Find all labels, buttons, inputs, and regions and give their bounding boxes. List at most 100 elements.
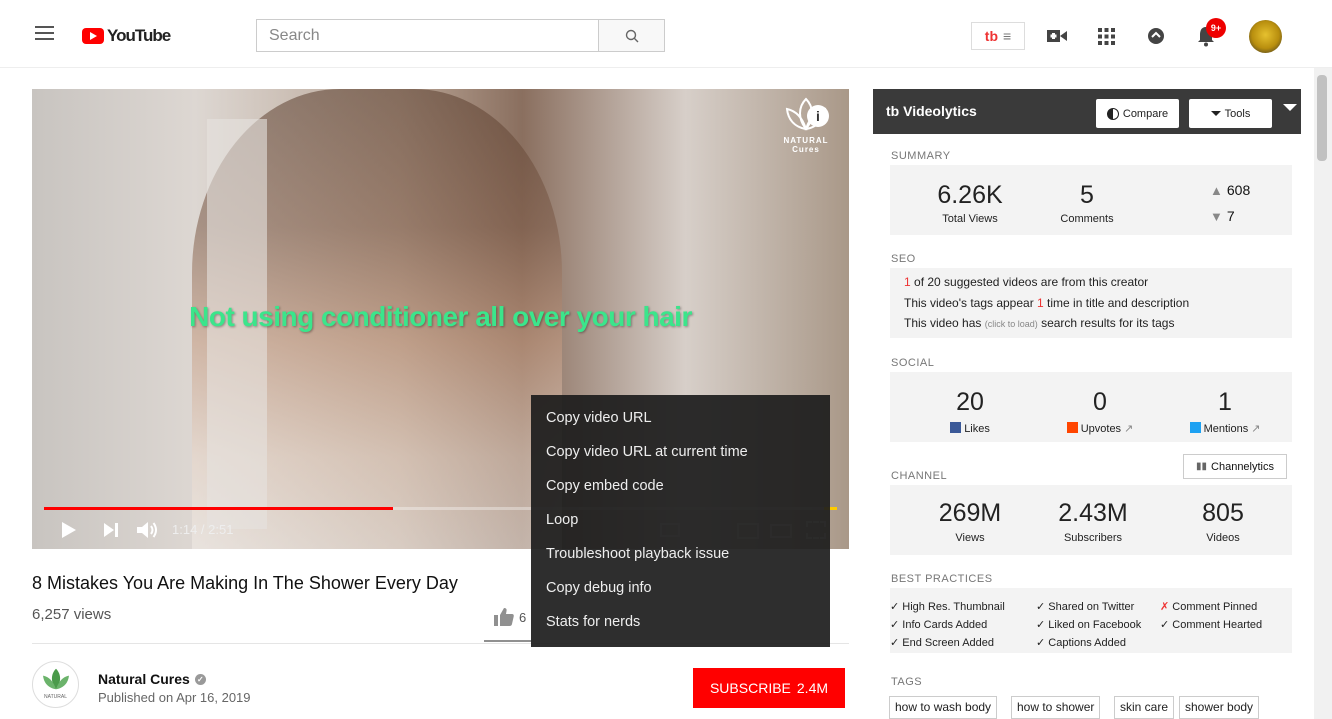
check-icon: ✓ <box>1036 601 1046 613</box>
facebook-likes-row[interactable]: Likes <box>915 422 1025 435</box>
best-practices-heading: BEST PRACTICES <box>891 573 993 585</box>
menu-copy-debug[interactable]: Copy debug info <box>531 571 830 605</box>
bp-text: Liked on Facebook <box>1048 619 1142 631</box>
menu-troubleshoot[interactable]: Troubleshoot playback issue <box>531 537 830 571</box>
seo-box: 1 of 20 suggested videos are from this c… <box>890 268 1292 338</box>
channel-views-label: Views <box>955 532 985 544</box>
compare-button[interactable]: Compare <box>1096 99 1179 128</box>
check-icon: ✓ <box>1036 619 1046 631</box>
subscribe-button[interactable]: SUBSCRIBE 2.4M <box>693 668 845 708</box>
menu-copy-url[interactable]: Copy video URL <box>531 401 830 435</box>
verified-icon: ✓ <box>194 673 206 685</box>
tools-label: Tools <box>1224 107 1251 120</box>
apps-grid-icon[interactable] <box>1095 25 1117 47</box>
time-display: 1:14 / 2:51 <box>172 522 234 537</box>
summary-box: 6.26K Total Views 5 Comments ▲ 608 ▼ 7 <box>890 165 1292 235</box>
next-button[interactable] <box>104 523 118 542</box>
notification-badge: 9+ <box>1206 18 1226 38</box>
bp-text: Comment Pinned <box>1172 601 1258 613</box>
channelytics-button[interactable]: ▮▮ Channelytics <box>1183 454 1287 479</box>
channel-subscribers-value: 2.43M <box>1058 499 1128 527</box>
comments-value: 5 <box>1080 181 1094 209</box>
check-icon: ✓ <box>1160 619 1170 631</box>
bp-text: High Res. Thumbnail <box>902 601 1005 613</box>
contrast-icon <box>1106 107 1119 120</box>
collapse-panel-icon[interactable] <box>1283 104 1297 111</box>
avatar-text: NATURAL <box>44 694 67 700</box>
best-practices-box: ✓ High Res. Thumbnail ✓ Shared on Twitte… <box>890 588 1292 653</box>
channel-name: Natural Cures <box>98 671 190 687</box>
play-icon <box>62 522 76 538</box>
likes-value: 608 <box>1226 182 1251 198</box>
video-title: 8 Mistakes You Are Making In The Shower … <box>32 573 458 593</box>
like-count: 6 <box>519 610 527 625</box>
bp-shared-twitter: ✓ Shared on Twitter <box>1036 600 1134 613</box>
messages-icon[interactable] <box>1145 25 1167 47</box>
channel-subscribers-label: Subscribers <box>1063 532 1123 544</box>
twitter-mentions-row[interactable]: Mentions ↗ <box>1170 422 1280 435</box>
tools-button[interactable]: Tools <box>1189 99 1272 128</box>
leaf-logo-icon <box>42 668 69 690</box>
menu-icon[interactable] <box>35 22 54 44</box>
search-button[interactable] <box>598 19 665 52</box>
seo-line-search: This video has (click to load) search re… <box>904 313 1292 335</box>
facebook-icon <box>950 422 962 433</box>
skip-next-icon <box>104 523 118 537</box>
seo-num: 1 <box>904 275 911 289</box>
menu-copy-embed[interactable]: Copy embed code <box>531 469 830 503</box>
tubebuddy-menu-button[interactable]: tb ≡ <box>971 22 1025 50</box>
menu-stats-for-nerds[interactable]: Stats for nerds <box>531 605 830 639</box>
thumbs-up-icon: ▲ <box>1210 182 1223 198</box>
channel-avatar[interactable]: NATURAL <box>32 661 79 708</box>
volume-icon <box>137 522 157 538</box>
progress-played <box>44 507 393 510</box>
search-icon <box>625 29 638 42</box>
twitter-icon <box>1189 422 1201 433</box>
bp-text: Comment Hearted <box>1172 619 1263 631</box>
thumbs-down-icon: ▼ <box>1210 208 1223 224</box>
info-card-icon[interactable]: i <box>807 105 829 127</box>
bp-info-cards: ✓ Info Cards Added <box>890 618 987 631</box>
sentiment-bar <box>484 640 531 642</box>
channel-stats-box: 269M Views 2.43M Subscribers 805 Videos <box>890 485 1292 555</box>
tag-chip[interactable]: shower body <box>1179 696 1260 719</box>
volume-button[interactable] <box>137 521 159 544</box>
caret-down-icon <box>1210 111 1221 116</box>
seo-line-suggested: 1 of 20 suggested videos are from this c… <box>904 272 1292 293</box>
panel-title: Videolytics <box>903 103 977 119</box>
channel-name-row[interactable]: Natural Cures ✓ <box>98 671 206 687</box>
tag-chip[interactable]: how to wash body <box>889 696 998 719</box>
tubebuddy-icon: tb <box>886 103 904 119</box>
external-link-icon: ↗ <box>1124 423 1134 435</box>
page-scrollbar[interactable] <box>1314 68 1332 719</box>
search-input[interactable]: Search <box>256 19 599 52</box>
bp-comment-hearted: ✓ Comment Hearted <box>1160 618 1262 631</box>
bp-captions: ✓ Captions Added <box>1036 636 1126 649</box>
channel-watermark: NATURAL Cures <box>774 97 838 167</box>
menu-copy-url-time[interactable]: Copy video URL at current time <box>531 435 830 469</box>
seo-text: time in title and description <box>1043 295 1190 310</box>
bp-end-screen: ✓ End Screen Added <box>890 636 994 649</box>
scrollbar-thumb[interactable] <box>1317 75 1327 161</box>
click-to-load-link[interactable]: (click to load) <box>985 319 1038 329</box>
seo-text: of 20 suggested videos are from this cre… <box>910 275 1149 289</box>
channel-views-value: 269M <box>938 499 1002 527</box>
menu-loop[interactable]: Loop <box>531 503 830 537</box>
reddit-upvotes-label: Upvotes <box>1080 423 1122 435</box>
tag-chip[interactable]: skin care <box>1114 696 1175 719</box>
account-avatar[interactable] <box>1249 20 1282 53</box>
create-video-icon[interactable] <box>1045 25 1069 47</box>
reddit-upvotes-value: 0 <box>1093 388 1107 416</box>
seo-line-tags: This video's tags appear 1 time in title… <box>904 293 1292 314</box>
youtube-logo[interactable]: YouTube <box>82 26 171 46</box>
reddit-upvotes-row[interactable]: Upvotes ↗ <box>1045 422 1155 435</box>
dislikes-value: 7 <box>1226 208 1235 224</box>
facebook-likes-value: 20 <box>956 388 984 416</box>
like-button[interactable] <box>494 608 514 631</box>
total-views-label: Total Views <box>942 213 998 225</box>
play-button[interactable] <box>62 522 76 543</box>
video-context-menu: Copy video URL Copy video URL at current… <box>531 395 830 647</box>
tag-chip[interactable]: how to shower <box>1011 696 1101 719</box>
twitter-mentions-value: 1 <box>1218 388 1232 416</box>
facebook-likes-label: Likes <box>964 423 990 435</box>
